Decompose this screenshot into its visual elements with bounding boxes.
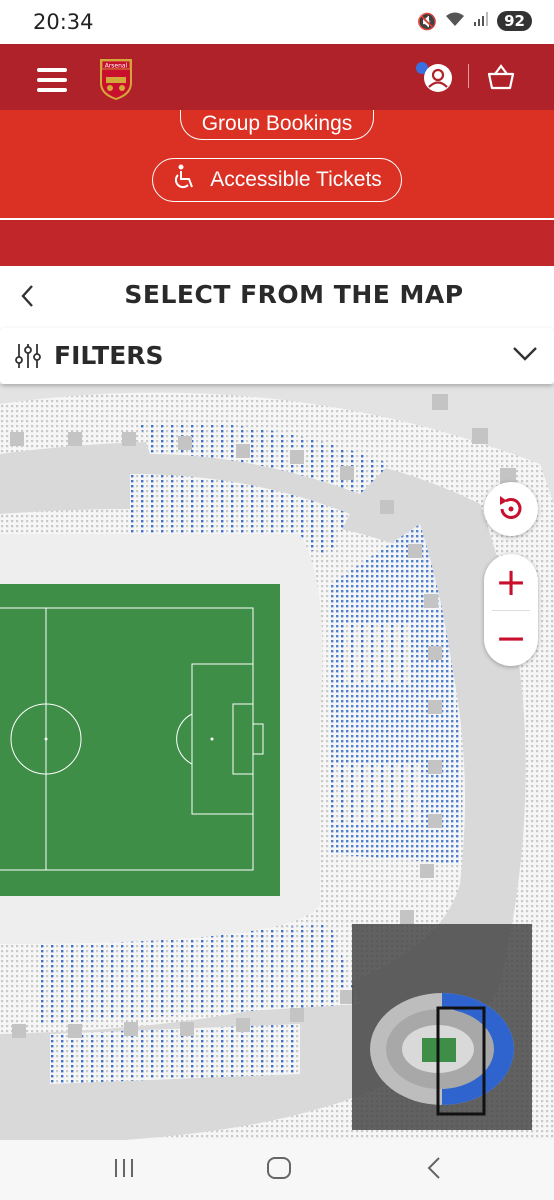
group-bookings-label: Group Bookings xyxy=(201,111,353,135)
status-bar: 20:34 🔇 92 xyxy=(0,0,554,44)
wheelchair-icon xyxy=(172,163,198,197)
filters-label: FILTERS xyxy=(54,341,164,370)
menu-button[interactable] xyxy=(37,68,67,98)
chevron-down-icon xyxy=(512,346,538,366)
promo-banner: Group Bookings Accessible Tickets xyxy=(0,110,554,268)
battery-indicator: 92 xyxy=(497,11,532,31)
reset-map-button[interactable] xyxy=(484,482,538,536)
system-nav-bar xyxy=(0,1140,554,1200)
zoom-out-label: − xyxy=(495,616,527,660)
title-bar: SELECT FROM THE MAP xyxy=(0,266,554,326)
zoom-controls: + − xyxy=(484,554,538,666)
app-header: Arsenal xyxy=(0,44,554,110)
account-icon[interactable] xyxy=(424,64,452,92)
home-icon[interactable] xyxy=(266,1156,292,1187)
accessible-tickets-button[interactable]: Accessible Tickets xyxy=(152,158,402,202)
mute-icon: 🔇 xyxy=(417,11,438,31)
basket-icon[interactable] xyxy=(487,64,515,94)
header-divider xyxy=(468,64,469,88)
group-bookings-button[interactable]: Group Bookings xyxy=(180,110,374,140)
stadium-minimap[interactable] xyxy=(352,924,532,1130)
accessible-tickets-label: Accessible Tickets xyxy=(210,168,382,191)
back-nav-icon[interactable] xyxy=(426,1156,442,1187)
promo-strip xyxy=(0,218,554,268)
zoom-out-button[interactable]: − xyxy=(484,610,538,666)
wifi-icon xyxy=(445,11,465,31)
reset-icon xyxy=(500,496,522,519)
zoom-in-button[interactable]: + xyxy=(484,554,538,610)
recent-apps-icon[interactable] xyxy=(112,1156,136,1186)
zoom-in-label: + xyxy=(495,560,527,604)
status-time: 20:34 xyxy=(33,10,94,34)
club-crest-logo[interactable]: Arsenal xyxy=(98,57,134,101)
filters-dropdown[interactable]: FILTERS xyxy=(0,328,554,384)
signal-icon xyxy=(473,11,489,31)
svg-text:Arsenal: Arsenal xyxy=(105,63,128,70)
page-title: SELECT FROM THE MAP xyxy=(124,280,464,309)
status-icons: 🔇 92 xyxy=(417,11,532,31)
sliders-icon xyxy=(14,342,42,374)
